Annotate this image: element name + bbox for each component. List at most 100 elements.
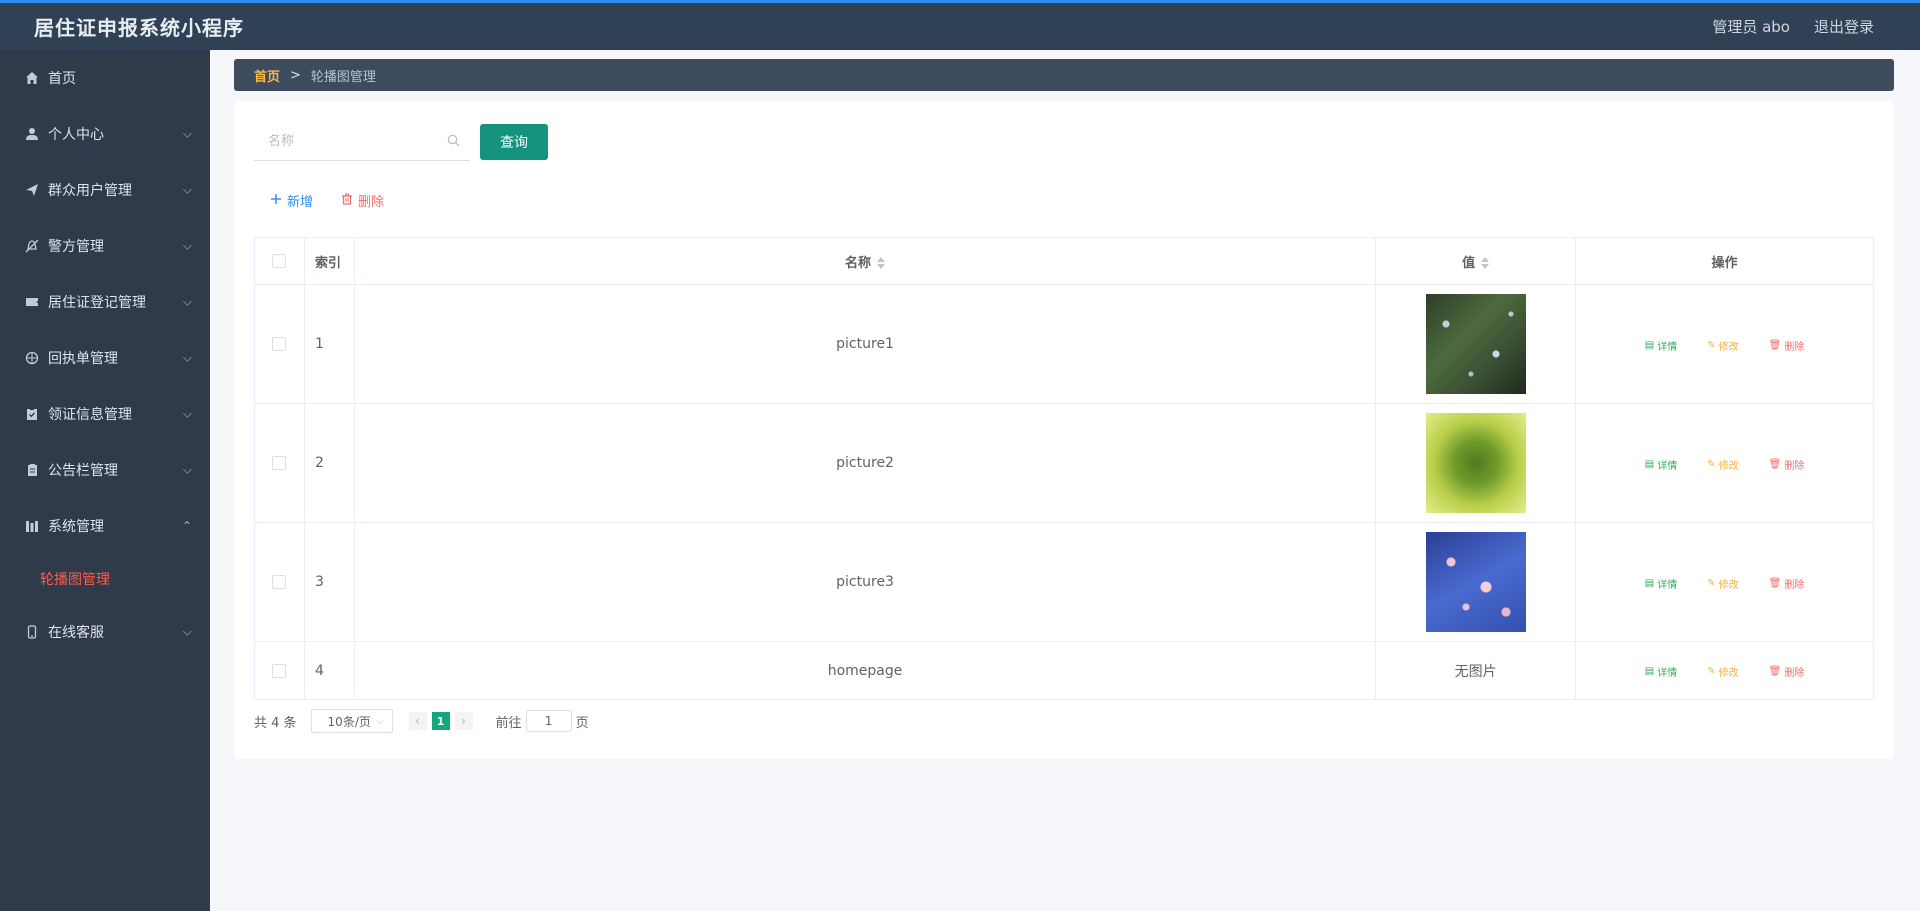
home-icon bbox=[24, 70, 40, 86]
sidebar-item-public-users[interactable]: 群众用户管理 ⌵ bbox=[0, 162, 210, 218]
pencil-icon: ✎ bbox=[1707, 339, 1716, 351]
search-bar: 查询 bbox=[254, 123, 548, 161]
sidebar-item-label: 领证信息管理 bbox=[48, 407, 132, 423]
detail-button[interactable]: ▤ 详情 bbox=[1645, 338, 1677, 353]
delete-label: 删除 bbox=[358, 195, 385, 210]
sidebar-item-online-service[interactable]: 在线客服 ⌵ bbox=[0, 604, 210, 660]
detail-label: 详情 bbox=[1657, 579, 1678, 591]
edit-button[interactable]: ✎ 修改 bbox=[1707, 338, 1738, 353]
row-ops: ▤ 详情 ✎ 修改 🗑 删除 bbox=[1575, 403, 1874, 523]
sidebar-subitem-carousel[interactable]: 轮播图管理 bbox=[0, 554, 210, 604]
sidebar-item-label: 首页 bbox=[48, 71, 76, 87]
select-all-checkbox[interactable] bbox=[272, 254, 287, 268]
carousel-image[interactable] bbox=[1425, 294, 1526, 394]
row-index: 3 bbox=[303, 522, 355, 642]
logout-button[interactable]: 退出登录 bbox=[1814, 16, 1874, 37]
sidebar-item-label: 公告栏管理 bbox=[48, 463, 118, 479]
edit-button[interactable]: ✎ 修改 bbox=[1707, 576, 1738, 591]
trash-icon: 🗑 bbox=[1768, 666, 1782, 677]
breadcrumb-separator: > bbox=[290, 67, 301, 83]
sidebar-item-residence-registration[interactable]: 居住证登记管理 ⌵ bbox=[0, 274, 210, 330]
row-checkbox[interactable] bbox=[272, 337, 287, 351]
row-checkbox[interactable] bbox=[272, 456, 287, 470]
table-row: 3 picture3 ▤ 详情 ✎ 修改 🗑 删除 bbox=[254, 522, 1874, 642]
chevron-down-icon: ⌵ bbox=[182, 126, 192, 141]
detail-button[interactable]: ▤ 详情 bbox=[1645, 576, 1677, 591]
edit-button[interactable]: ✎ 修改 bbox=[1707, 457, 1738, 472]
detail-button[interactable]: ▤ 详情 bbox=[1645, 457, 1677, 472]
sidebar-item-system[interactable]: 系统管理 ⌃ bbox=[0, 498, 210, 554]
sidebar-item-home[interactable]: 首页 bbox=[0, 50, 210, 106]
top-header: 居住证申报系统小程序 管理员 abo 退出登录 bbox=[0, 0, 1920, 50]
sidebar-item-label: 居住证登记管理 bbox=[48, 295, 146, 311]
sidebar-item-police[interactable]: 警方管理 ⌵ bbox=[0, 218, 210, 274]
row-checkbox[interactable] bbox=[272, 663, 287, 678]
chevron-down-icon: ⌵ bbox=[182, 350, 192, 365]
prev-page-button[interactable]: ‹ bbox=[408, 712, 427, 730]
table-row: 4 homepage 无图片 ▤ 详情 ✎ 修改 🗑 删除 bbox=[254, 641, 1874, 700]
sidebar-item-personal-center[interactable]: 个人中心 ⌵ bbox=[0, 106, 210, 162]
sort-icon[interactable] bbox=[877, 257, 886, 269]
detail-button[interactable]: ▤ 详情 bbox=[1645, 664, 1677, 679]
batch-delete-button[interactable]: 删除 bbox=[341, 191, 384, 210]
row-value bbox=[1375, 284, 1577, 404]
page-size-value: 10条/页 bbox=[327, 714, 371, 729]
page-size-select[interactable]: 10条/页 ⌵ bbox=[310, 709, 393, 733]
trash-icon bbox=[341, 193, 353, 209]
carousel-image[interactable] bbox=[1425, 532, 1526, 632]
row-value bbox=[1375, 522, 1577, 642]
carousel-image[interactable] bbox=[1425, 413, 1526, 513]
delete-button[interactable]: 🗑 删除 bbox=[1769, 664, 1805, 679]
search-field bbox=[254, 123, 470, 161]
add-button[interactable]: 新增 bbox=[270, 191, 313, 210]
search-icon bbox=[447, 132, 460, 151]
user-icon bbox=[24, 126, 40, 142]
search-input[interactable] bbox=[268, 134, 447, 149]
sidebar: 首页 个人中心 ⌵ 群众用户管理 ⌵ 警方管理 ⌵ 居住证登记管理 ⌵ 回执单管… bbox=[0, 50, 210, 911]
sort-icon[interactable] bbox=[1481, 257, 1490, 269]
header-index: 索引 bbox=[303, 237, 355, 285]
row-checkbox-cell bbox=[254, 641, 305, 700]
row-index: 4 bbox=[303, 641, 355, 700]
page-number[interactable]: 1 bbox=[431, 712, 450, 730]
delete-button[interactable]: 🗑 删除 bbox=[1769, 576, 1805, 591]
row-checkbox[interactable] bbox=[272, 575, 287, 589]
goto-suffix: 页 bbox=[575, 715, 589, 731]
app-title: 居住证申报系统小程序 bbox=[34, 16, 244, 40]
goto-page: 前往 页 bbox=[496, 710, 589, 732]
clipboard-icon bbox=[24, 406, 40, 422]
row-ops: ▤ 详情 ✎ 修改 🗑 删除 bbox=[1575, 641, 1874, 700]
edit-button[interactable]: ✎ 修改 bbox=[1707, 664, 1738, 679]
sidebar-item-label: 警方管理 bbox=[48, 239, 104, 255]
delete-button[interactable]: 🗑 删除 bbox=[1769, 457, 1805, 472]
header-name[interactable]: 名称 bbox=[353, 237, 1377, 285]
edit-label: 修改 bbox=[1718, 579, 1739, 591]
trash-icon: 🗑 bbox=[1768, 458, 1782, 470]
delete-label: 删除 bbox=[1784, 341, 1805, 353]
delete-label: 删除 bbox=[1784, 460, 1805, 472]
chevron-down-icon: ⌵ bbox=[182, 238, 192, 253]
pencil-icon: ✎ bbox=[1707, 666, 1716, 677]
sidebar-item-certificate-info[interactable]: 领证信息管理 ⌵ bbox=[0, 386, 210, 442]
table-header-row: 索引 名称 值 操作 bbox=[254, 237, 1874, 285]
send-icon bbox=[24, 182, 40, 198]
header-name-label: 名称 bbox=[845, 255, 872, 271]
goto-page-input[interactable] bbox=[525, 710, 572, 732]
basketball-icon bbox=[24, 350, 40, 366]
row-name: picture1 bbox=[353, 284, 1377, 404]
breadcrumb-home[interactable]: 首页 bbox=[254, 66, 280, 85]
sidebar-item-bulletin[interactable]: 公告栏管理 ⌵ bbox=[0, 442, 210, 498]
next-page-button[interactable]: › bbox=[454, 712, 473, 730]
sidebar-item-label: 群众用户管理 bbox=[48, 183, 132, 199]
header-value[interactable]: 值 bbox=[1375, 237, 1577, 285]
query-button[interactable]: 查询 bbox=[480, 124, 548, 160]
delete-label: 删除 bbox=[1784, 668, 1805, 679]
sidebar-item-label: 系统管理 bbox=[48, 519, 104, 535]
sidebar-item-receipt[interactable]: 回执单管理 ⌵ bbox=[0, 330, 210, 386]
row-value bbox=[1375, 403, 1577, 523]
detail-label: 详情 bbox=[1657, 668, 1678, 679]
delete-button[interactable]: 🗑 删除 bbox=[1769, 338, 1805, 353]
trash-icon: 🗑 bbox=[1768, 577, 1782, 589]
sidebar-item-label: 个人中心 bbox=[48, 127, 104, 143]
chevron-down-icon: ⌵ bbox=[375, 715, 384, 727]
